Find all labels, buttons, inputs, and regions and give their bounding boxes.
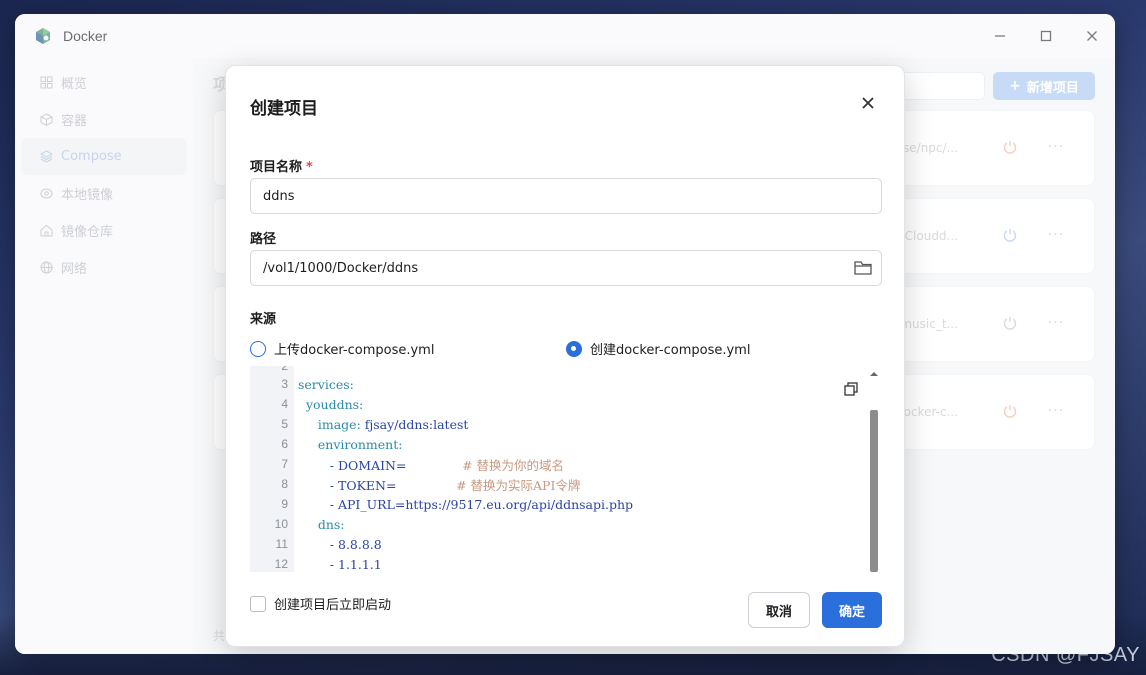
path-label: 路径 [250, 232, 277, 247]
path-input[interactable]: /vol1/1000/Docker/ddns [250, 250, 882, 286]
path-value: /vol1/1000/Docker/ddns [263, 260, 419, 276]
yaml-value: - 8.8.8.8 [329, 536, 382, 552]
code-line: 12 - 1.1.1.1 [250, 554, 868, 572]
yaml-value: - 1.1.1.1 [329, 556, 382, 572]
yaml-value: fjsay/ddns:latest [360, 416, 469, 432]
name-label-text: 项目名称 [250, 160, 303, 175]
code-line: 10 dns: [250, 514, 868, 534]
radio-upload[interactable]: 上传docker-compose.yml [250, 339, 434, 358]
line-number: 8 [281, 477, 288, 491]
close-icon[interactable] [860, 95, 876, 111]
radio-button[interactable] [250, 340, 266, 357]
code-line: 5 image: fjsay/ddns:latest [250, 414, 868, 434]
line-number: 9 [281, 497, 288, 511]
line-number: 10 [274, 517, 288, 531]
yaml-key: environment: [317, 436, 403, 452]
project-name-value: ddns [263, 188, 295, 204]
code-line: 11 - 8.8.8.8 [250, 534, 868, 554]
project-name-input[interactable]: ddns [250, 178, 882, 214]
line-number: 4 [281, 397, 288, 411]
copy-icon[interactable] [844, 382, 858, 396]
folder-icon[interactable] [854, 260, 872, 276]
scroll-up-arrow[interactable] [869, 370, 879, 378]
yaml-comment: # 替换为你的域名 [462, 457, 565, 473]
dialog-title: 创建项目 [250, 99, 318, 119]
line-number: 12 [274, 557, 288, 571]
yaml-value: - API_URL=https://9517.eu.org/api/ddnsap… [329, 496, 634, 512]
code-line: 7 - DOMAIN= # 替换为你的域名 [250, 454, 868, 474]
cancel-button[interactable]: 取消 [748, 592, 810, 628]
yaml-key: dns: [317, 516, 345, 532]
code-line: 9 - API_URL=https://9517.eu.org/api/ddns… [250, 494, 868, 514]
required-mark: * [306, 160, 313, 175]
line-number: 6 [281, 437, 288, 451]
code-line: 4 youddns: [250, 394, 868, 414]
compose-editor[interactable]: 2 3 services: 4 youddns: 5 image: fjsay/… [250, 366, 882, 572]
radio-label: 创建docker-compose.yml [590, 343, 751, 358]
line-number: 7 [281, 457, 288, 471]
create-project-dialog: 创建项目 项目名称 * ddns 路径 /vol1/1000/Docker/ddn… [225, 65, 905, 647]
name-label: 项目名称 * [250, 156, 313, 175]
autostart-label: 创建项目后立即启动 [274, 598, 392, 613]
line-number: 3 [281, 377, 288, 391]
code-line: 6 environment: [250, 434, 868, 454]
line-number: 5 [281, 417, 288, 431]
source-radio-group: 上传docker-compose.yml 创建docker-compose.ym… [250, 339, 882, 359]
yaml-value: - TOKEN= [329, 477, 397, 493]
radio-button[interactable] [566, 340, 582, 357]
scrollbar-thumb[interactable] [870, 410, 878, 572]
line-number: 11 [275, 537, 288, 551]
yaml-value: - DOMAIN= [329, 457, 407, 473]
yaml-key: youddns: [305, 396, 364, 412]
code-line: 8 - TOKEN= # 替换为实际API令牌 [250, 474, 868, 494]
confirm-button[interactable]: 确定 [822, 592, 882, 628]
autostart-checkbox-row[interactable]: 创建项目后立即启动 [250, 594, 391, 613]
radio-create[interactable]: 创建docker-compose.yml [566, 339, 750, 358]
yaml-comment: # 替换为实际API令牌 [456, 477, 581, 493]
code-line: 3 services: [250, 374, 868, 394]
autostart-checkbox[interactable] [250, 595, 266, 612]
source-label: 来源 [250, 312, 277, 327]
yaml-key: image: [317, 416, 361, 432]
yaml-key: services: [298, 376, 354, 392]
radio-label: 上传docker-compose.yml [274, 343, 435, 358]
line-number: 2 [281, 366, 288, 373]
